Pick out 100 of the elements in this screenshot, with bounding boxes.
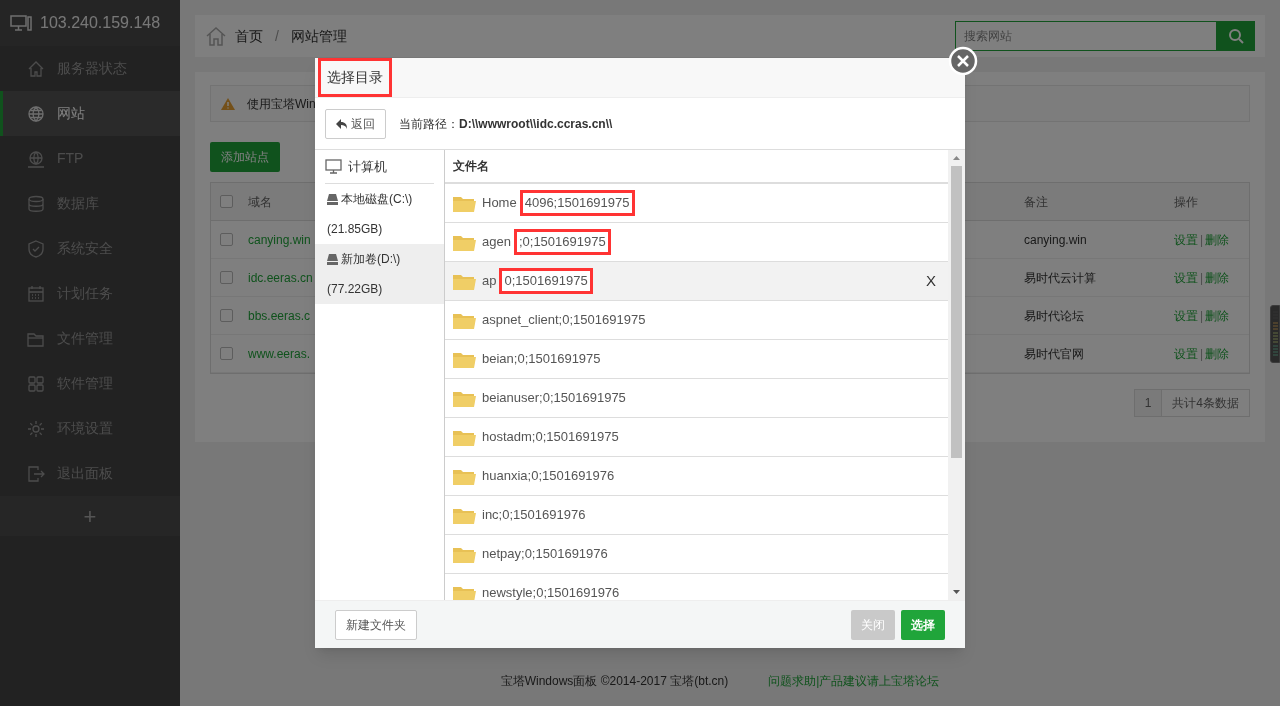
monitor-icon (325, 159, 342, 174)
file-row[interactable]: agen ;0;1501691975 (445, 223, 948, 262)
current-path: 当前路径：D:\\wwwroot\\idc.ccras.cn\\ (399, 115, 613, 133)
table-cell-text: 易时代官网 (1024, 345, 1085, 363)
table-cell-text: 易时代云计算 (1024, 269, 1097, 287)
folder-icon (453, 545, 476, 563)
file-row[interactable]: ap 0;1501691975 X (445, 262, 948, 301)
forum-link[interactable]: 问题求助|产品建议请上宝塔论坛 (768, 672, 940, 690)
search-button[interactable] (1217, 21, 1255, 51)
folder-icon (453, 194, 476, 212)
table-cell-text: canying.win (1024, 231, 1088, 249)
delete-button[interactable]: X (926, 269, 936, 293)
checkbox[interactable] (220, 233, 233, 246)
file-row[interactable]: beian;0;1501691975 (445, 340, 948, 379)
checkbox[interactable] (220, 347, 233, 360)
file-name: netpay;0;1501691976 (482, 545, 608, 564)
search-field[interactable]: 搜索网站 (955, 21, 1217, 51)
domain-link[interactable]: www.eeras. (248, 344, 311, 363)
drive-icon (327, 193, 338, 205)
delete-link[interactable]: 删除 (1205, 306, 1230, 325)
settings-link[interactable]: 设置 (1174, 344, 1198, 363)
back-arrow-icon (336, 118, 347, 129)
file-row[interactable]: netpay;0;1501691976 (445, 535, 948, 574)
column-header: 备注 (1024, 193, 1049, 211)
folder-icon (453, 389, 476, 407)
folder-icon (453, 428, 476, 446)
domain-link[interactable]: idc.eeras.cn (248, 268, 313, 287)
file-row[interactable]: huanxia;0;1501691976 (445, 457, 948, 496)
search-icon (1228, 28, 1244, 44)
file-row[interactable]: Home 4096;1501691975 (445, 184, 948, 223)
checkbox[interactable] (220, 271, 233, 284)
file-name: huanxia;0;1501691976 (482, 467, 615, 486)
globe-icon (27, 149, 45, 168)
drive-size: (77.22GB) (327, 281, 384, 298)
database-icon (27, 194, 45, 213)
file-name: agen (482, 233, 511, 252)
select-button[interactable]: 选择 (901, 609, 945, 640)
file-name: newstyle;0;1501691976 (482, 584, 620, 600)
add-menu-button[interactable]: + (83, 499, 97, 533)
scroll-up-icon[interactable] (953, 156, 960, 160)
highlighted-text: 0;1501691975 (502, 271, 590, 291)
domain-link[interactable]: canying.win (248, 230, 311, 249)
drive-label: 本地磁盘(C:\) (341, 191, 413, 208)
drive-item[interactable]: 本地磁盘(C:\) (21.85GB) (315, 184, 444, 244)
table-cell-text: 易时代论坛 (1024, 307, 1085, 325)
delete-link[interactable]: 删除 (1205, 268, 1230, 287)
add-site-button[interactable]: 添加站点 (210, 142, 280, 172)
folder-icon (453, 311, 476, 329)
delete-link[interactable]: 删除 (1205, 344, 1230, 363)
separator: | (1200, 231, 1204, 249)
folder-icon (453, 233, 476, 251)
scrollbar[interactable] (948, 150, 965, 600)
file-name: hostadm;0;1501691975 (482, 428, 619, 447)
folder-icon (453, 506, 476, 524)
menu-item[interactable]: 网站 (0, 91, 180, 136)
column-header: 域名 (248, 193, 272, 211)
server-address: 103.240.159.148 (40, 13, 161, 33)
file-row[interactable]: aspnet_client;0;1501691975 (445, 301, 948, 340)
globe-icon (27, 104, 45, 123)
item-label: 计算机 (348, 157, 387, 176)
folder-icon (453, 350, 476, 368)
drive-size: (21.85GB) (327, 221, 384, 238)
file-row[interactable]: hostadm;0;1501691975 (445, 418, 948, 457)
notice-text: 使用宝塔Win (247, 95, 316, 113)
settings-link[interactable]: 设置 (1174, 268, 1198, 287)
checkbox[interactable] (220, 195, 233, 208)
breadcrumb-separator: / (275, 26, 279, 46)
home-icon[interactable] (205, 26, 227, 46)
dialog-title: 选择目录 (321, 61, 389, 94)
scroll-down-icon[interactable] (953, 590, 960, 594)
file-name: beianuser;0;1501691975 (482, 389, 626, 408)
new-folder-button[interactable]: 新建文件夹 (335, 609, 417, 640)
folder-icon (453, 272, 476, 290)
breadcrumb-item[interactable]: 首页 (235, 25, 263, 47)
folder-icon (453, 584, 476, 600)
drive-item[interactable]: 新加卷(D:\) (77.22GB) (315, 244, 444, 304)
monitor-icon (10, 15, 32, 31)
settings-link[interactable]: 设置 (1174, 306, 1198, 325)
page-number[interactable]: 1 (1133, 389, 1163, 417)
checkbox[interactable] (220, 309, 233, 322)
total-count: 共计4条数据 (1162, 389, 1250, 417)
separator: | (1200, 345, 1204, 363)
copyright-text: 宝塔Windows面板 ©2014-2017 宝塔(bt.cn) (500, 673, 729, 690)
file-name: inc;0;1501691976 (482, 506, 586, 525)
column-header: 操作 (1174, 193, 1199, 211)
computer-item[interactable]: 计算机 (325, 150, 434, 184)
column-header: 文件名 (445, 150, 948, 184)
domain-link[interactable]: bbs.eeras.c (248, 306, 311, 325)
settings-link[interactable]: 设置 (1174, 230, 1198, 249)
file-row[interactable]: inc;0;1501691976 (445, 496, 948, 535)
breadcrumb-item[interactable]: 网站管理 (290, 25, 347, 47)
file-name: beian;0;1501691975 (482, 350, 601, 369)
delete-link[interactable]: 删除 (1205, 230, 1230, 249)
shield-icon (27, 239, 45, 258)
separator: | (1200, 269, 1204, 287)
drive-icon (327, 253, 338, 265)
back-button[interactable]: 返回 (325, 108, 386, 139)
file-name: Home (482, 194, 517, 213)
file-row[interactable]: beianuser;0;1501691975 (445, 379, 948, 418)
file-name: aspnet_client;0;1501691975 (482, 311, 646, 330)
